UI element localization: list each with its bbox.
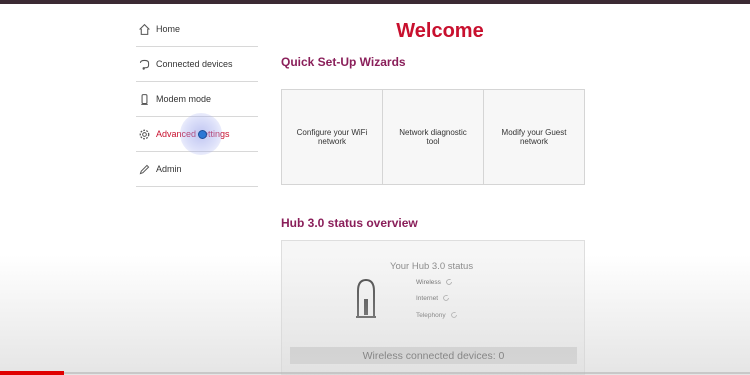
mouse-cursor <box>198 130 207 139</box>
refresh-icon[interactable] <box>445 278 453 286</box>
wizard-label: Modify your Guest network <box>501 127 567 146</box>
status-row-wireless: Wireless <box>416 278 453 286</box>
wizards-grid: Configure your WiFi network Network diag… <box>281 89 585 185</box>
gear-icon <box>136 126 152 142</box>
wizard-guest-network[interactable]: Modify your Guest network <box>484 90 584 184</box>
status-panel: Your Hub 3.0 status Wireless Internet Te… <box>281 240 585 375</box>
wizard-label: Configure your WiFi network <box>296 127 368 146</box>
status-row-label: Wireless <box>416 278 441 286</box>
sidebar-item-label: Modem mode <box>156 94 212 104</box>
status-row-internet: Internet <box>416 294 450 302</box>
status-row-telephony: Telephony <box>416 311 458 319</box>
home-icon <box>136 21 152 37</box>
video-progress-bar[interactable] <box>0 371 64 375</box>
wireless-connected-devices: Wireless connected devices: 0 <box>290 347 577 364</box>
hub-device-icon <box>353 277 379 324</box>
refresh-icon[interactable] <box>450 311 458 319</box>
status-row-label: Telephony <box>416 311 446 319</box>
wizard-network-diagnostic[interactable]: Network diagnostic tool <box>383 90 484 184</box>
sidebar-item-admin[interactable]: Admin <box>136 152 258 187</box>
page-title: Welcome <box>396 20 484 42</box>
sidebar-item-label: Home <box>156 24 181 34</box>
sidebar-item-connected-devices[interactable]: Connected devices <box>136 47 258 82</box>
sidebar-nav: Home Connected devices Modem mode Advanc… <box>136 12 258 187</box>
top-bar <box>0 0 750 4</box>
pencil-icon <box>136 161 152 177</box>
wizard-configure-wifi[interactable]: Configure your WiFi network <box>282 90 383 184</box>
sidebar-item-label: Admin <box>156 164 182 174</box>
wizard-label: Network diagnostic tool <box>399 127 467 146</box>
plug-icon <box>136 56 152 72</box>
video-progress-track[interactable] <box>64 372 750 374</box>
modem-icon <box>136 91 152 107</box>
status-row-label: Internet <box>416 294 439 302</box>
sidebar-item-advanced-settings[interactable]: Advanced settings <box>136 117 258 152</box>
sidebar-item-home[interactable]: Home <box>136 12 258 47</box>
status-title: Hub 3.0 status overview <box>281 216 418 230</box>
status-heading: Your Hub 3.0 status <box>390 261 474 272</box>
refresh-icon[interactable] <box>442 294 450 302</box>
sidebar-item-modem-mode[interactable]: Modem mode <box>136 82 258 117</box>
sidebar-item-label: Advanced settings <box>156 129 230 139</box>
sidebar-item-label: Connected devices <box>156 59 233 69</box>
wizards-title: Quick Set-Up Wizards <box>281 55 406 69</box>
